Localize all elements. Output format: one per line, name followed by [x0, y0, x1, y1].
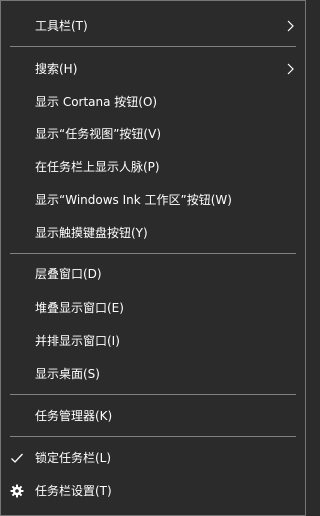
- chevron-right-icon: [287, 20, 294, 32]
- menu-item-label: 锁定任务栏(L): [35, 451, 112, 465]
- menu-item-label: 显示触摸键盘按钮(Y): [35, 226, 148, 240]
- menu-item-label: 在任务栏上显示人脉(P): [35, 160, 160, 174]
- menu-item-show-people[interactable]: 在任务栏上显示人脉(P): [1, 151, 305, 183]
- menu-item-label: 并排显示窗口(I): [35, 334, 120, 348]
- menu-item-label: 工具栏(T): [35, 19, 88, 33]
- menu-item-label: 显示桌面(S): [35, 367, 100, 381]
- menu-item-label: 搜索(H): [35, 62, 78, 76]
- menu-item-show-ink-workspace[interactable]: 显示“Windows Ink 工作区”按钮(W): [1, 184, 305, 216]
- menu-item-lock-taskbar[interactable]: 锁定任务栏(L): [1, 442, 305, 474]
- menu-item-show-task-view[interactable]: 显示“任务视图”按钮(V): [1, 118, 305, 150]
- menu-item-side-by-side-windows[interactable]: 并排显示窗口(I): [1, 325, 305, 357]
- menu-separator: [10, 394, 296, 395]
- menu-item-label: 层叠窗口(D): [35, 267, 102, 281]
- menu-item-search[interactable]: 搜索(H): [1, 53, 305, 85]
- menu-item-label: 堆叠显示窗口(E): [35, 301, 124, 315]
- menu-item-show-touch-keyboard[interactable]: 显示触摸键盘按钮(Y): [1, 217, 305, 249]
- menu-item-toolbars[interactable]: 工具栏(T): [1, 10, 305, 42]
- menu-item-cascade-windows[interactable]: 层叠窗口(D): [1, 258, 305, 290]
- menu-item-task-manager[interactable]: 任务管理器(K): [1, 400, 305, 432]
- gear-icon: [10, 484, 24, 498]
- checkmark-icon: [11, 453, 23, 463]
- menu-separator: [10, 46, 296, 47]
- chevron-right-icon: [287, 63, 294, 75]
- menu-separator: [10, 253, 296, 254]
- menu-item-label: 任务管理器(K): [35, 409, 113, 423]
- taskbar-context-menu: 工具栏(T) 搜索(H) 显示 Cortana 按钮(O) 显示“任务视图”按钮…: [0, 0, 306, 516]
- menu-item-label: 任务栏设置(T): [35, 484, 112, 498]
- menu-item-taskbar-settings[interactable]: 任务栏设置(T): [1, 475, 305, 507]
- menu-item-stack-windows[interactable]: 堆叠显示窗口(E): [1, 292, 305, 324]
- menu-item-label: 显示“Windows Ink 工作区”按钮(W): [35, 193, 232, 207]
- menu-item-label: 显示 Cortana 按钮(O): [35, 95, 158, 109]
- menu-item-show-cortana[interactable]: 显示 Cortana 按钮(O): [1, 86, 305, 118]
- menu-item-label: 显示“任务视图”按钮(V): [35, 127, 162, 141]
- menu-item-show-desktop[interactable]: 显示桌面(S): [1, 358, 305, 390]
- menu-separator: [10, 436, 296, 437]
